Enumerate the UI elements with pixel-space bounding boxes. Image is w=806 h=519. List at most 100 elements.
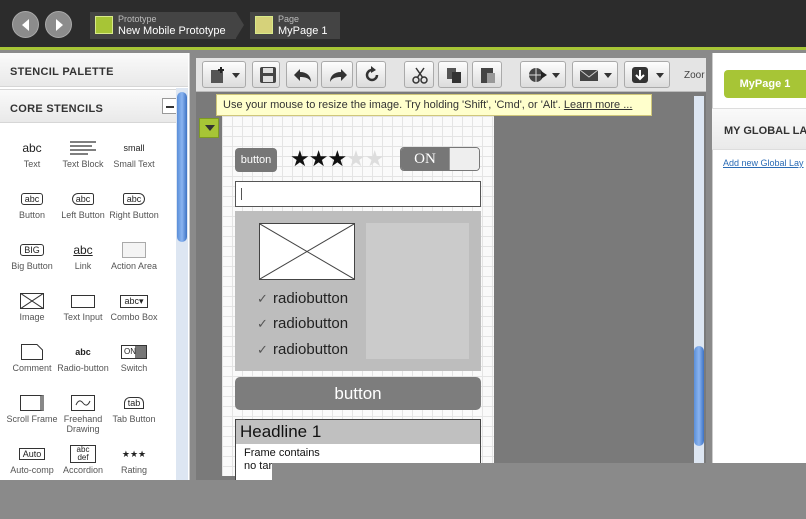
share-button[interactable] xyxy=(520,61,566,88)
scissors-icon xyxy=(412,67,428,84)
mock-radio-2[interactable]: ✓ radiobutton xyxy=(257,315,348,332)
star-empty-icon: ★★ xyxy=(346,146,384,171)
copy-button[interactable] xyxy=(438,61,468,88)
breadcrumb-prototype[interactable]: Prototype New Mobile Prototype xyxy=(90,12,244,39)
text-caret xyxy=(241,188,242,200)
global-layers-header: MY GLOBAL LAY xyxy=(712,108,806,150)
refresh-button[interactable] xyxy=(356,61,386,88)
stencil-small-text[interactable]: small Small Text xyxy=(106,137,162,187)
stencil-label: Button xyxy=(18,210,46,220)
image-placeholder-icon xyxy=(259,223,355,280)
check-icon: ✓ xyxy=(257,316,268,331)
stencil-label: Link xyxy=(74,261,92,271)
page-options-toggle[interactable] xyxy=(199,118,219,138)
prototype-caption: Prototype xyxy=(118,14,157,24)
forward-button[interactable] xyxy=(45,11,72,38)
page-tab-mypage1[interactable]: MyPage 1 xyxy=(724,70,806,98)
stencil-big-button[interactable]: BIG Big Button xyxy=(4,239,60,289)
page-caption: Page xyxy=(278,14,300,24)
stencil-text[interactable]: abc Text xyxy=(4,137,60,187)
stencil-label: Text Block xyxy=(62,159,104,169)
stencil-label: Left Button xyxy=(61,210,105,220)
action-area-icon xyxy=(122,242,146,258)
scrollbar-thumb[interactable] xyxy=(694,346,704,446)
stencil-scrollbar[interactable] xyxy=(176,88,188,488)
scroll-frame-icon xyxy=(20,395,44,411)
core-stencils-header[interactable]: CORE STENCILS xyxy=(0,89,188,123)
stencil-glyph: abc def xyxy=(70,445,96,463)
save-icon xyxy=(260,67,276,83)
text-input-icon xyxy=(71,294,95,308)
new-page-icon xyxy=(211,67,224,83)
undo-button[interactable] xyxy=(286,61,318,88)
stencil-palette-title: STENCIL PALETTE xyxy=(10,66,114,78)
stencil-switch[interactable]: ON Switch xyxy=(106,341,162,391)
stencil-freehand-drawing[interactable]: Freehand Drawing xyxy=(55,392,111,442)
stencil-palette-header: STENCIL PALETTE xyxy=(0,53,188,87)
stencil-glyph: abc xyxy=(71,193,95,205)
stencil-text-input[interactable]: Text Input xyxy=(55,290,111,340)
stencil-image[interactable]: Image xyxy=(4,290,60,340)
check-icon: ✓ xyxy=(257,291,268,306)
scrollbar-thumb[interactable] xyxy=(177,92,187,242)
mock-rating[interactable]: ★★★★★ xyxy=(290,146,385,172)
prototype-name: New Mobile Prototype xyxy=(118,25,226,37)
stencil-label: Big Button xyxy=(11,261,53,271)
toolbar: Zoor xyxy=(196,58,706,92)
stencil-glyph: abc xyxy=(73,243,93,257)
new-page-button[interactable] xyxy=(202,61,246,88)
download-button[interactable] xyxy=(624,61,670,88)
stencil-right-button[interactable]: abc Right Button xyxy=(106,188,162,238)
mock-headline[interactable]: Headline 1 xyxy=(235,419,481,445)
email-button[interactable] xyxy=(572,61,618,88)
arrow-right-icon xyxy=(56,19,63,31)
text-block-icon xyxy=(55,137,111,159)
radio-label: radiobutton xyxy=(273,315,349,332)
stencil-glyph: abc xyxy=(75,347,91,357)
breadcrumb-page[interactable]: Page MyPage 1 xyxy=(250,12,340,39)
stencil-comment[interactable]: Comment xyxy=(4,341,60,391)
breadcrumb-arrow-icon xyxy=(236,12,244,38)
stencil-radio-button[interactable]: abc Radio-button xyxy=(55,341,111,391)
prototype-icon xyxy=(95,16,113,34)
stencil-glyph: abc▾ xyxy=(120,294,148,308)
back-button[interactable] xyxy=(12,11,39,38)
mock-button[interactable]: button xyxy=(235,148,277,172)
redo-icon xyxy=(330,69,347,82)
check-icon: ✓ xyxy=(257,342,268,357)
comment-icon xyxy=(4,341,60,363)
stencil-action-area[interactable]: Action Area xyxy=(106,239,162,289)
stencil-label: Action Area xyxy=(110,261,158,271)
redo-button[interactable] xyxy=(321,61,353,88)
mock-big-button[interactable]: button xyxy=(235,377,481,410)
mock-switch[interactable]: ON xyxy=(400,147,480,171)
mock-text-input[interactable] xyxy=(235,181,481,207)
mock-radio-3[interactable]: ✓ radiobutton xyxy=(257,341,348,358)
freehand-icon xyxy=(55,392,111,414)
canvas-scrollbar[interactable] xyxy=(694,96,704,480)
mock-image-placeholder[interactable] xyxy=(259,223,355,280)
radio-label: radiobutton xyxy=(273,341,349,358)
stencil-left-button[interactable]: abc Left Button xyxy=(55,188,111,238)
stencil-scroll-frame[interactable]: Scroll Frame xyxy=(4,392,60,442)
stencil-link[interactable]: abc Link xyxy=(55,239,111,289)
stencil-tab-button[interactable]: tab Tab Button xyxy=(106,392,162,442)
learn-more-link[interactable]: Learn more ... xyxy=(564,99,632,111)
add-global-layer-link[interactable]: Add new Global Lay xyxy=(723,158,804,168)
tooltip-text: Use your mouse to resize the image. Try … xyxy=(223,99,561,111)
stencil-text-block[interactable]: Text Block xyxy=(55,137,111,187)
stencil-label: Text xyxy=(23,159,41,169)
stencil-glyph: ON xyxy=(121,345,147,359)
globe-icon xyxy=(529,68,547,82)
stencil-label: Accordion xyxy=(62,465,104,475)
save-button[interactable] xyxy=(252,61,280,88)
stencil-glyph: tab xyxy=(123,397,145,409)
stencil-button[interactable]: abc Button xyxy=(4,188,60,238)
stencil-combo-box[interactable]: abc▾ Combo Box xyxy=(106,290,162,340)
mock-radio-1[interactable]: ✓ radiobutton xyxy=(257,290,348,307)
arrow-left-icon xyxy=(22,19,29,31)
cut-button[interactable] xyxy=(404,61,434,88)
paste-button[interactable] xyxy=(472,61,502,88)
mock-inner-area xyxy=(366,223,469,359)
core-stencils-title: CORE STENCILS xyxy=(10,103,104,115)
